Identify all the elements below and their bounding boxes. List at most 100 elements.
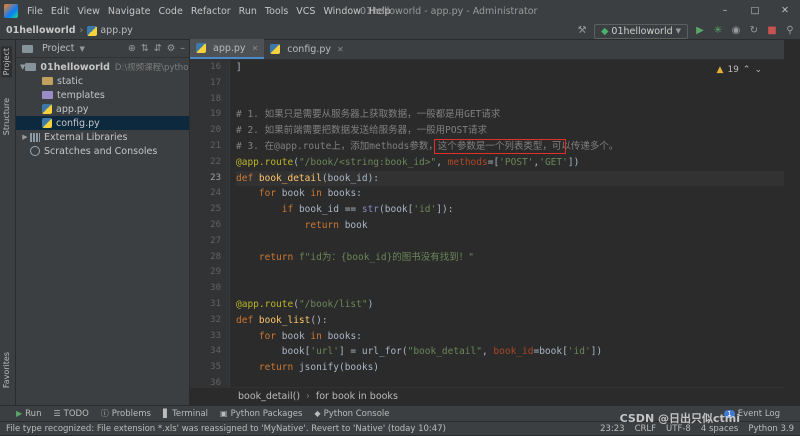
debug-icon[interactable]: ✳ [712,25,724,37]
code-line[interactable]: if book_id == str(book['id']): [236,202,784,218]
code-area[interactable]: ] # 1. 如果只是需要从服务器上获取数据，一般都是用GET请求 # 2. 如果… [236,60,784,387]
code-line[interactable] [236,281,784,297]
coverage-icon[interactable]: ◉ [730,25,742,37]
nav-project[interactable]: 01helloworld [6,25,76,36]
profile-icon[interactable]: ↻ [748,25,760,37]
menu-navigate[interactable]: Navigate [104,6,155,17]
code-line[interactable]: return jsonify(books) [236,360,784,376]
code-line[interactable]: for book in books: [236,186,784,202]
breadcrumb-loop[interactable]: for book in books [316,391,398,402]
menu-bar: File Edit View Navigate Code Refactor Ru… [0,0,800,22]
toolwindow-python-console[interactable]: ◆ Python Console [314,409,389,419]
line-number: 35 [210,362,221,373]
python-console-icon: ◆ [314,409,321,418]
menu-run[interactable]: Run [235,6,261,17]
code-line[interactable]: @app.route("/book/list") [236,297,784,313]
code-line[interactable] [236,265,784,281]
close-tab-icon[interactable]: ✕ [337,45,344,54]
maximize-icon[interactable]: □ [740,0,770,22]
tool-tab-project[interactable]: Project [1,46,12,78]
breadcrumb-function[interactable]: book_detail() [238,391,300,402]
code-line[interactable]: def book_detail(book_id): [236,170,784,187]
folder-icon [25,63,37,71]
tree-item-external-libraries[interactable]: ▶ External Libraries [16,130,189,144]
code-line[interactable]: def book_list(): [236,313,784,329]
code-line[interactable]: # 2. 如果前端需要把数据发送给服务器，一般用POST请求 [236,123,784,139]
code-token: methods [447,156,488,168]
chevron-right-icon: › [79,25,84,36]
menu-window[interactable]: Window [319,6,364,17]
code-breadcrumbs: book_detail() › for book in books [190,387,784,405]
python-interpreter[interactable]: Python 3.9 [748,424,794,434]
toolwindow-python-packages[interactable]: ▣ Python Packages [220,409,302,419]
minimize-icon[interactable]: – [710,0,740,22]
code-token: 'GET' [539,156,568,168]
menu-tools[interactable]: Tools [261,6,292,17]
tree-item-scratches[interactable]: Scratches and Consoles [16,144,189,158]
code-line[interactable]: return book [236,218,784,234]
status-message[interactable]: File type recognized: File extension *.x… [6,424,446,434]
tool-tab-structure[interactable]: Structure [1,96,12,137]
tree-item-static[interactable]: static [16,74,189,88]
run-config-selector[interactable]: ◆ 01helloworld ▼ [594,23,688,39]
code-line[interactable]: for book in books: [236,329,784,345]
tool-tab-favorites[interactable]: Favorites [1,350,12,390]
hammer-icon[interactable]: ⚒ [576,25,588,37]
code-line[interactable] [236,234,784,250]
hide-icon[interactable]: – [180,43,185,54]
warning-count: 19 [727,65,739,75]
toolwindow-label: Run [25,408,42,419]
tab-config-py[interactable]: config.py ✕ [264,39,349,59]
code-line[interactable]: return f"id为：{book_id}的图书没有找到！" [236,250,784,266]
nav-file[interactable]: app.py [100,25,133,36]
menu-view[interactable]: View [73,6,104,17]
code-editor[interactable]: 16 17 18 19 20 21 22 23 24 25 26 27 28 2… [190,60,784,387]
menu-vcs[interactable]: VCS [292,6,319,17]
locate-icon[interactable]: ⊕ [128,43,136,54]
code-line[interactable]: ] [236,60,784,76]
project-panel-title[interactable]: Project [42,43,75,54]
code-token: books: [327,330,362,342]
menu-code[interactable]: Code [154,6,186,17]
menu-file[interactable]: File [23,6,47,17]
tab-app-py[interactable]: app.py ✕ [190,39,265,59]
toolwindow-label: TODO [63,408,89,419]
close-icon[interactable]: ✕ [770,0,800,22]
run-icon[interactable]: ▶ [694,25,706,37]
code-line[interactable]: book['url'] = url_for("book_detail", boo… [236,344,784,360]
chevron-up-icon[interactable]: ⌃ [743,65,751,75]
code-token: =[ [487,156,500,168]
search-icon[interactable]: ⚲ [784,25,796,37]
code-token: , [436,156,448,168]
code-line[interactable] [236,92,784,108]
line-number: 28 [210,251,221,262]
code-line[interactable]: # 1. 如果只是需要从服务器上获取数据，一般都是用GET请求 [236,107,784,123]
chevron-right-icon[interactable]: ▶ [20,133,30,141]
line-number: 31 [210,298,221,309]
code-line[interactable]: @app.route("/book/<string:book_id>", met… [236,155,784,171]
tree-item-app-py[interactable]: app.py [16,102,189,116]
tree-item-config-py[interactable]: config.py [16,116,189,130]
code-line[interactable] [236,76,784,92]
code-line[interactable] [236,376,784,387]
code-token: if [281,204,299,216]
tree-item-templates[interactable]: templates [16,88,189,102]
toolwindow-run[interactable]: ▶ Run [16,409,41,419]
close-tab-icon[interactable]: ✕ [252,44,259,53]
inspection-widget[interactable]: ▲ 19 ⌃ ⌄ [717,65,762,75]
toolwindow-todo[interactable]: ☰ TODO [53,409,88,419]
gear-icon[interactable]: ⚙ [167,43,176,54]
tree-item-label: config.py [56,117,100,129]
expand-all-icon[interactable]: ⇅ [141,43,149,54]
menu-refactor[interactable]: Refactor [187,6,235,17]
tree-item-project-root[interactable]: ▼ 01helloworld D:\视频课程\python\ [16,60,189,74]
toolwindow-terminal[interactable]: ▋ Terminal [163,409,208,419]
project-panel: Project ▼ ⊕ ⇅ ⇵ ⚙ – ▼ 01helloworld D:\视频… [16,40,190,405]
toolwindow-problems[interactable]: ⓘ Problems [101,408,151,419]
menu-edit[interactable]: Edit [47,6,73,17]
chevron-down-icon[interactable]: ▼ [80,45,85,53]
chevron-down-icon[interactable]: ⌄ [754,65,762,75]
collapse-all-icon[interactable]: ⇵ [154,43,162,54]
stop-icon[interactable]: ■ [766,25,778,37]
